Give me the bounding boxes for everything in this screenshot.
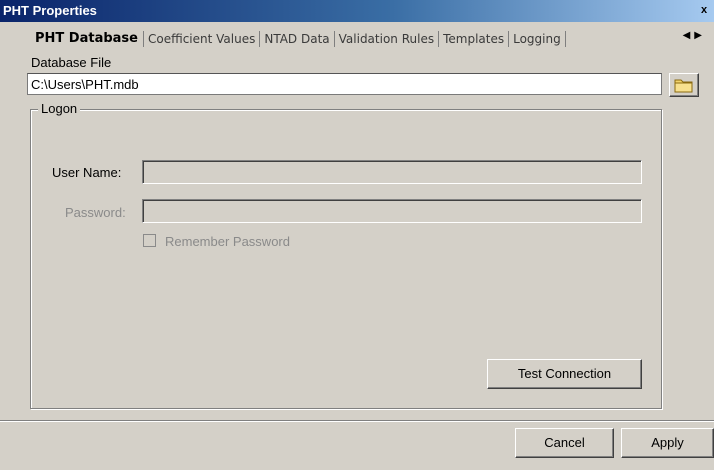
tab-strip: PHT Database Coefficient Values NTAD Dat… [0, 22, 714, 52]
username-label: User Name: [52, 165, 122, 180]
tab-scroll-arrows: ◀▶ [683, 30, 706, 41]
username-field[interactable] [142, 160, 642, 184]
tab-scroll-right-icon[interactable]: ▶ [694, 30, 706, 41]
database-file-label: Database File [31, 55, 112, 70]
password-label: Password: [65, 205, 126, 220]
title-bar[interactable]: PHT Properties x [0, 0, 714, 22]
cancel-button[interactable]: Cancel [515, 428, 614, 458]
logon-legend: Logon [38, 101, 81, 116]
test-connection-button[interactable]: Test Connection [487, 359, 642, 389]
tab-logging[interactable]: Logging [509, 30, 565, 48]
tab-pht-database[interactable]: PHT Database [27, 30, 143, 48]
tab-list: PHT Database Coefficient Values NTAD Dat… [27, 30, 566, 48]
tab-scroll-left-icon[interactable]: ◀ [683, 30, 695, 41]
database-file-input[interactable] [27, 73, 662, 95]
properties-dialog: PHT Properties x PHT Database Coefficien… [0, 0, 714, 470]
remember-password-checkbox[interactable] [143, 234, 156, 247]
close-icon[interactable]: x [696, 2, 712, 18]
folder-icon [674, 79, 693, 93]
tab-templates[interactable]: Templates [439, 30, 508, 48]
password-field[interactable] [142, 199, 642, 223]
tab-separator [564, 31, 566, 47]
remember-password-label: Remember Password [165, 234, 290, 249]
tab-validation-rules[interactable]: Validation Rules [335, 30, 438, 48]
tab-ntad-data[interactable]: NTAD Data [260, 30, 333, 48]
apply-button[interactable]: Apply [621, 428, 714, 458]
footer-divider [0, 420, 714, 422]
window-title: PHT Properties [3, 3, 97, 18]
tab-coefficient-values[interactable]: Coefficient Values [144, 30, 259, 48]
browse-button[interactable] [669, 73, 699, 97]
